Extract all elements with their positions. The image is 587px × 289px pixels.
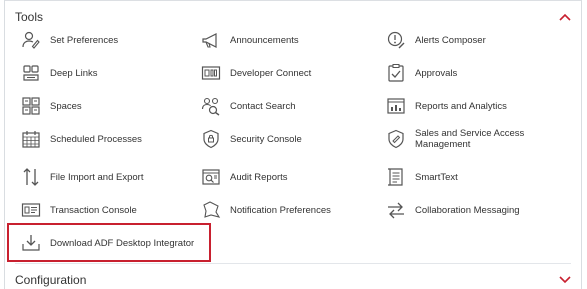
collaboration-messaging-icon — [386, 200, 406, 220]
tool-smarttext[interactable]: SmartText — [386, 164, 556, 190]
tool-security-console[interactable]: Security Console — [201, 126, 302, 152]
alert-composer-icon — [386, 30, 406, 50]
tool-label: Spaces — [50, 100, 82, 112]
tool-label: Sales and Service Access Management — [415, 128, 525, 150]
tool-sales-service-access[interactable]: Sales and Service Access Management — [386, 126, 556, 152]
smarttext-icon — [386, 167, 406, 187]
user-settings-icon — [21, 30, 41, 50]
tool-scheduled-processes[interactable]: Scheduled Processes — [21, 126, 142, 152]
tool-label: Announcements — [230, 34, 299, 46]
top-border — [5, 0, 581, 1]
tool-notification-preferences[interactable]: Notification Preferences — [201, 197, 331, 223]
tool-label: Alerts Composer — [415, 34, 486, 46]
tool-label: Scheduled Processes — [50, 133, 142, 145]
access-management-icon — [386, 129, 406, 149]
tool-label: Notification Preferences — [230, 204, 331, 216]
tool-reports-analytics[interactable]: Reports and Analytics — [386, 93, 556, 119]
tool-transaction-console[interactable]: Transaction Console — [21, 197, 137, 223]
chevron-down-icon[interactable] — [559, 274, 571, 286]
tools-section-header[interactable]: Tools — [15, 5, 571, 29]
section-divider — [15, 263, 571, 264]
tool-label: Collaboration Messaging — [415, 204, 520, 216]
tool-alerts-composer[interactable]: Alerts Composer — [386, 27, 556, 53]
tool-audit-reports[interactable]: Audit Reports — [201, 164, 288, 190]
deep-links-icon — [21, 63, 41, 83]
tool-approvals[interactable]: Approvals — [386, 60, 556, 86]
tool-label: Set Preferences — [50, 34, 119, 46]
tool-label: Developer Connect — [230, 67, 312, 79]
tool-label: Deep Links — [50, 67, 98, 79]
reports-analytics-icon — [386, 96, 406, 116]
tool-developer-connect[interactable]: Developer Connect — [201, 60, 311, 86]
tool-file-import-export[interactable]: File Import and Export — [21, 164, 143, 190]
tool-label: Reports and Analytics — [415, 100, 507, 112]
tool-collaboration-messaging[interactable]: Collaboration Messaging — [386, 197, 556, 223]
contact-search-icon — [201, 96, 221, 116]
tool-label: Transaction Console — [50, 204, 137, 216]
tool-contact-search[interactable]: Contact Search — [201, 93, 295, 119]
notification-icon — [201, 200, 221, 220]
tool-announcements[interactable]: Announcements — [201, 27, 299, 53]
tool-label: Audit Reports — [230, 171, 288, 183]
tool-label: Approvals — [415, 67, 458, 79]
import-export-icon — [21, 167, 41, 187]
security-shield-icon — [201, 129, 221, 149]
tool-label: Security Console — [230, 133, 302, 145]
calendar-icon — [21, 129, 41, 149]
tool-set-preferences[interactable]: Set Preferences — [21, 27, 118, 53]
tool-label: SmartText — [415, 171, 458, 183]
highlight-box — [7, 223, 211, 262]
tool-label: File Import and Export — [50, 171, 144, 183]
tool-spaces[interactable]: Spaces — [21, 93, 82, 119]
chevron-up-icon[interactable] — [559, 11, 571, 23]
configuration-section-title: Configuration — [15, 273, 87, 287]
audit-reports-icon — [201, 167, 221, 187]
tool-deep-links[interactable]: Deep Links — [21, 60, 98, 86]
spaces-icon — [21, 96, 41, 116]
tool-label: Contact Search — [230, 100, 296, 112]
configuration-section-header[interactable]: Configuration — [15, 268, 571, 289]
tools-section-title: Tools — [15, 10, 44, 24]
developer-connect-icon — [201, 63, 221, 83]
approvals-icon — [386, 63, 406, 83]
megaphone-icon — [201, 30, 221, 50]
transaction-console-icon — [21, 200, 41, 220]
